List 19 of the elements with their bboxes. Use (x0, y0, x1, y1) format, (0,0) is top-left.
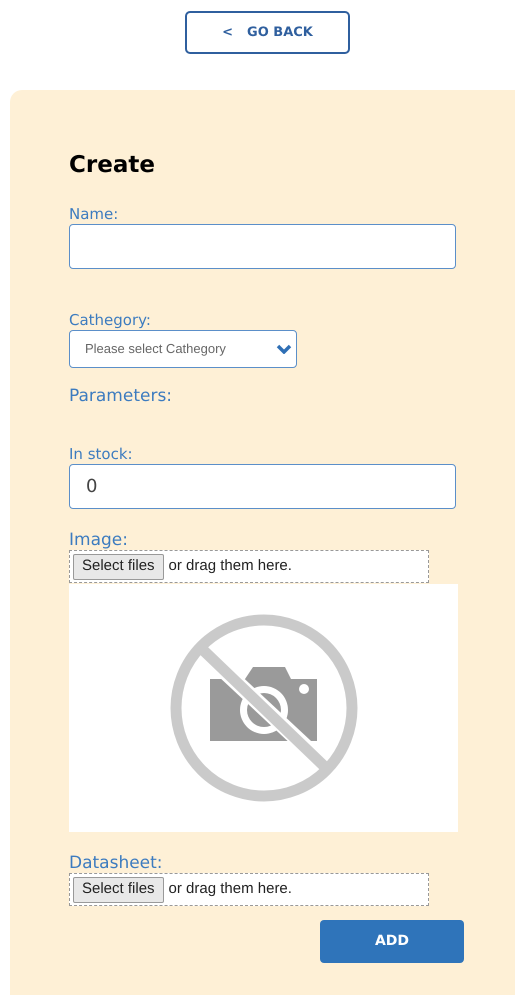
drop-hint: or drag them here. (168, 556, 292, 576)
category-select[interactable]: Please select Cathegory (69, 330, 297, 368)
add-button[interactable]: ADD (320, 920, 464, 963)
form-title: Create (69, 151, 156, 180)
select-files-button[interactable]: Select files (73, 554, 164, 580)
field-label: Datasheet: (69, 854, 164, 873)
section-heading: Parameters: (69, 384, 174, 408)
file-drop-zone[interactable]: Select files or drag them here. (69, 873, 429, 906)
go-back-button[interactable]: < GO BACK (185, 11, 350, 54)
drop-hint: or drag them here. (168, 879, 292, 900)
select-files-button[interactable]: Select files (73, 876, 164, 902)
chevron-down-icon (276, 344, 292, 354)
field-label: Name: (69, 204, 120, 222)
text-field[interactable]: 0 (69, 464, 456, 509)
field-label: In stock: (69, 445, 134, 463)
file-drop-zone[interactable]: Select files or drag them here. (69, 550, 429, 583)
field-label: Cathegory: (69, 310, 152, 328)
text-field[interactable] (69, 224, 456, 268)
field-label: Image: (69, 531, 129, 550)
